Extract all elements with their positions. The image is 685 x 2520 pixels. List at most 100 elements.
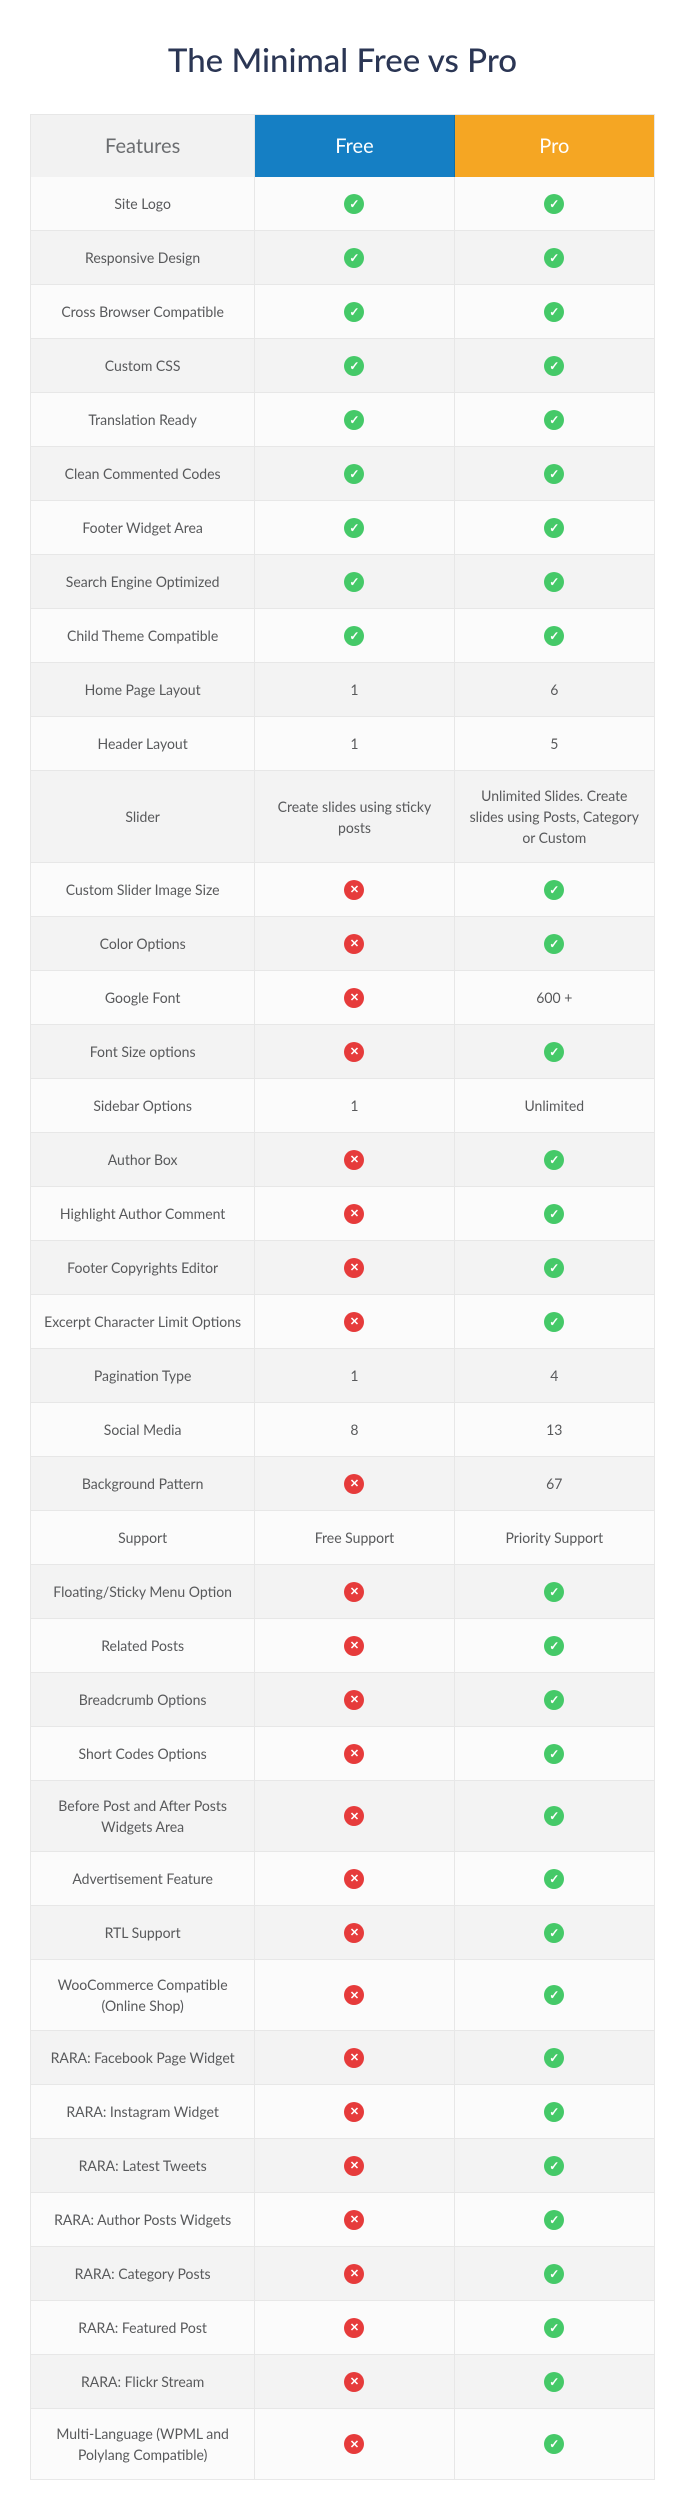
cell-text: Create slides using sticky posts bbox=[265, 796, 443, 838]
free-value bbox=[255, 285, 454, 339]
pro-value: Unlimited Slides. Create slides using Po… bbox=[455, 771, 654, 863]
feature-name: Footer Widget Area bbox=[31, 501, 255, 555]
table-row: RARA: Flickr Stream bbox=[31, 2355, 654, 2409]
check-icon bbox=[544, 1869, 564, 1889]
cross-icon bbox=[344, 1042, 364, 1062]
cross-icon bbox=[344, 2048, 364, 2068]
feature-name: Google Font bbox=[31, 971, 255, 1025]
cell-text: 1 bbox=[350, 733, 358, 754]
cross-icon bbox=[344, 1806, 364, 1826]
feature-name: Author Box bbox=[31, 1133, 255, 1187]
feature-name: Sidebar Options bbox=[31, 1079, 255, 1133]
cross-icon bbox=[344, 1312, 364, 1332]
check-icon bbox=[344, 410, 364, 430]
cell-text: 1 bbox=[350, 1095, 358, 1116]
check-icon bbox=[344, 518, 364, 538]
table-row: RARA: Instagram Widget bbox=[31, 2085, 654, 2139]
cross-icon bbox=[344, 934, 364, 954]
cross-icon bbox=[344, 2102, 364, 2122]
check-icon bbox=[544, 1042, 564, 1062]
feature-name: Advertisement Feature bbox=[31, 1852, 255, 1906]
pro-value bbox=[455, 1673, 654, 1727]
pro-value bbox=[455, 1565, 654, 1619]
page-title: The Minimal Free vs Pro bbox=[30, 40, 655, 80]
free-value bbox=[255, 971, 454, 1025]
feature-name: Child Theme Compatible bbox=[31, 609, 255, 663]
free-value bbox=[255, 447, 454, 501]
table-row: RARA: Featured Post bbox=[31, 2301, 654, 2355]
check-icon bbox=[544, 2434, 564, 2454]
feature-name: Excerpt Character Limit Options bbox=[31, 1295, 255, 1349]
table-row: Search Engine Optimized bbox=[31, 555, 654, 609]
pro-value bbox=[455, 2031, 654, 2085]
table-row: Font Size options bbox=[31, 1025, 654, 1079]
pro-value: 67 bbox=[455, 1457, 654, 1511]
check-icon bbox=[544, 2210, 564, 2230]
feature-name: Background Pattern bbox=[31, 1457, 255, 1511]
pro-value bbox=[455, 1241, 654, 1295]
table-row: RARA: Category Posts bbox=[31, 2247, 654, 2301]
free-value bbox=[255, 1960, 454, 2031]
check-icon bbox=[544, 464, 564, 484]
table-row: Footer Widget Area bbox=[31, 501, 654, 555]
check-icon bbox=[544, 1985, 564, 2005]
feature-name: RARA: Featured Post bbox=[31, 2301, 255, 2355]
pro-value bbox=[455, 1960, 654, 2031]
pro-value: 13 bbox=[455, 1403, 654, 1457]
cell-text: Unlimited Slides. Create slides using Po… bbox=[465, 785, 644, 848]
check-icon bbox=[544, 1258, 564, 1278]
table-row: Social Media813 bbox=[31, 1403, 654, 1457]
feature-name: Footer Copyrights Editor bbox=[31, 1241, 255, 1295]
free-value bbox=[255, 2031, 454, 2085]
cross-icon bbox=[344, 1923, 364, 1943]
check-icon bbox=[544, 1806, 564, 1826]
feature-name: Site Logo bbox=[31, 177, 255, 231]
check-icon bbox=[544, 194, 564, 214]
table-row: Clean Commented Codes bbox=[31, 447, 654, 501]
check-icon bbox=[544, 2264, 564, 2284]
pro-value bbox=[455, 863, 654, 917]
check-icon bbox=[344, 302, 364, 322]
pro-value bbox=[455, 2193, 654, 2247]
free-value bbox=[255, 609, 454, 663]
table-row: Custom CSS bbox=[31, 339, 654, 393]
pro-value bbox=[455, 447, 654, 501]
cross-icon bbox=[344, 2372, 364, 2392]
free-value bbox=[255, 2085, 454, 2139]
table-row: Author Box bbox=[31, 1133, 654, 1187]
pro-value bbox=[455, 2247, 654, 2301]
cell-text: 5 bbox=[550, 733, 558, 754]
free-value bbox=[255, 1241, 454, 1295]
pro-value bbox=[455, 1187, 654, 1241]
free-value: Create slides using sticky posts bbox=[255, 771, 454, 863]
table-row: Excerpt Character Limit Options bbox=[31, 1295, 654, 1349]
cell-text: 8 bbox=[350, 1419, 358, 1440]
feature-name: WooCommerce Compatible (Online Shop) bbox=[31, 1960, 255, 2031]
feature-name: Related Posts bbox=[31, 1619, 255, 1673]
free-value bbox=[255, 2355, 454, 2409]
free-value bbox=[255, 1852, 454, 1906]
check-icon bbox=[344, 194, 364, 214]
check-icon bbox=[544, 410, 564, 430]
pro-value bbox=[455, 2139, 654, 2193]
cross-icon bbox=[344, 1869, 364, 1889]
table-row: Custom Slider Image Size bbox=[31, 863, 654, 917]
free-value: 1 bbox=[255, 1079, 454, 1133]
check-icon bbox=[544, 934, 564, 954]
cross-icon bbox=[344, 2318, 364, 2338]
feature-name: RARA: Flickr Stream bbox=[31, 2355, 255, 2409]
feature-name: Pagination Type bbox=[31, 1349, 255, 1403]
table-row: Before Post and After Posts Widgets Area bbox=[31, 1781, 654, 1852]
pro-value bbox=[455, 609, 654, 663]
pro-value bbox=[455, 231, 654, 285]
cell-text: 67 bbox=[546, 1473, 562, 1494]
check-icon bbox=[544, 880, 564, 900]
check-icon bbox=[544, 1204, 564, 1224]
free-value bbox=[255, 1619, 454, 1673]
free-value bbox=[255, 2409, 454, 2479]
cross-icon bbox=[344, 1474, 364, 1494]
check-icon bbox=[544, 1923, 564, 1943]
check-icon bbox=[344, 248, 364, 268]
header-free: Free bbox=[255, 115, 454, 177]
free-value bbox=[255, 2139, 454, 2193]
